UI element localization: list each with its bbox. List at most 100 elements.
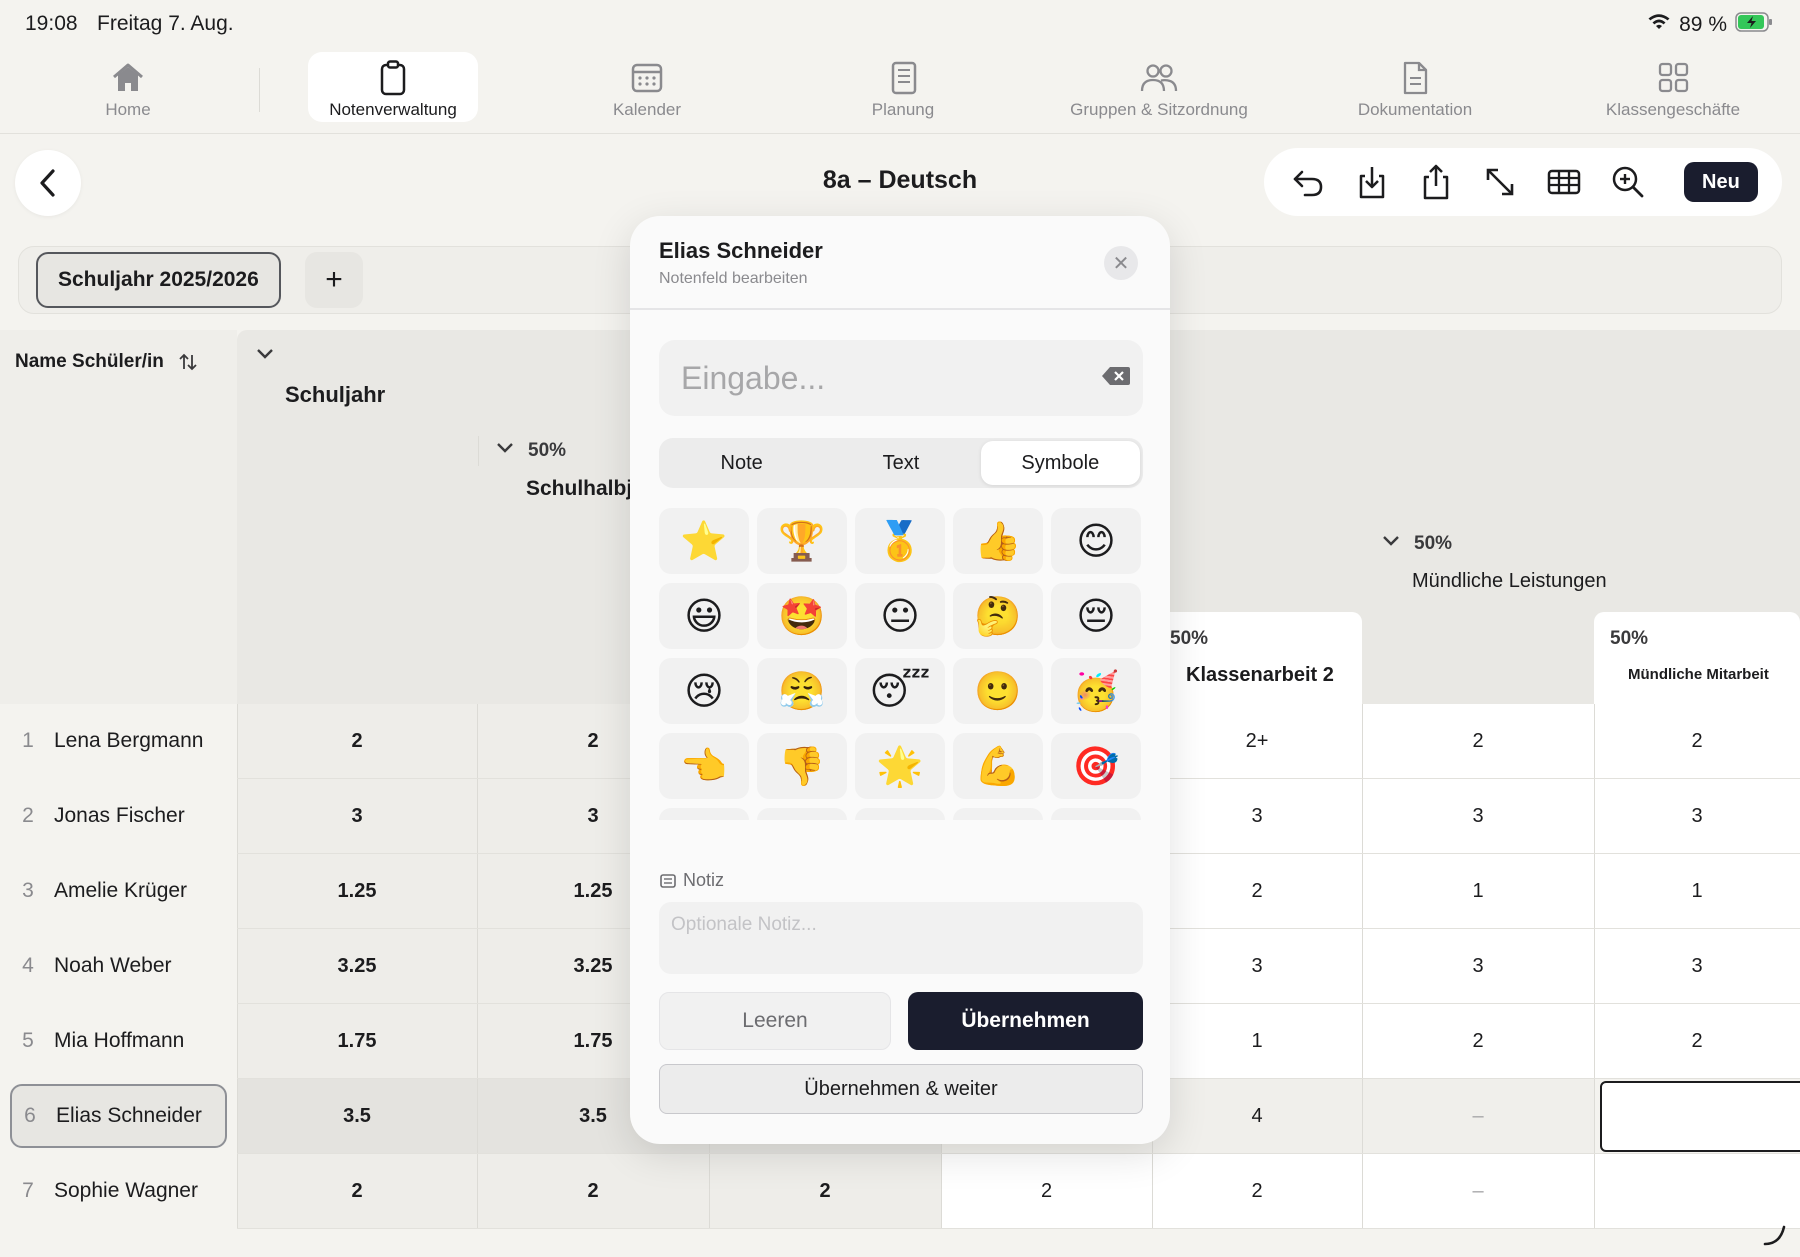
backspace-icon[interactable] — [1101, 365, 1131, 392]
add-year-button[interactable]: + — [305, 252, 363, 308]
expand-button[interactable] — [1468, 152, 1532, 212]
grade-cell[interactable]: 2 — [237, 1154, 477, 1229]
grade-cell[interactable]: 4 — [1152, 1079, 1362, 1154]
grade-cell[interactable]: 2 — [1362, 1004, 1594, 1079]
symbol-button[interactable]: 😐 — [855, 583, 945, 649]
tab-symbole[interactable]: Symbole — [980, 441, 1140, 485]
symbol-button[interactable]: 🏆 — [757, 508, 847, 574]
mitarbeit-header[interactable]: 50% Mündliche Mitarbeit — [1594, 612, 1800, 704]
year-tab[interactable]: Schuljahr 2025/2026 — [36, 252, 281, 308]
grade-cell[interactable]: 2+ — [1152, 704, 1362, 779]
note-input[interactable] — [671, 914, 1131, 936]
grade-cell[interactable]: 1.25 — [237, 854, 477, 929]
grade-cell[interactable]: 2 — [1152, 1154, 1362, 1229]
student-name-cell[interactable]: 3 Amelie Krüger — [10, 859, 227, 923]
name-header-label[interactable]: Name Schüler/in — [15, 351, 198, 373]
zoom-button[interactable] — [1596, 152, 1660, 212]
grade-cell[interactable]: 3 — [1594, 929, 1800, 1004]
symbol-button[interactable]: ⭐ — [659, 508, 749, 574]
symbol-button[interactable]: 😃 — [659, 583, 749, 649]
grade-cell[interactable]: 1 — [1362, 854, 1594, 929]
new-button[interactable]: Neu — [1684, 162, 1758, 202]
collapse-halbjahr-button[interactable] — [494, 440, 516, 461]
student-name-cell[interactable]: 1 Lena Bergmann — [10, 709, 227, 773]
student-name-cell[interactable]: 2 Jonas Fischer — [10, 784, 227, 848]
tab-text[interactable]: Text — [821, 441, 980, 485]
grade-cell[interactable] — [1600, 1081, 1800, 1152]
grade-cell[interactable]: 2 — [941, 1154, 1152, 1229]
grade-cell[interactable]: 1.75 — [237, 1004, 477, 1079]
symbol-button[interactable]: 👎 — [757, 733, 847, 799]
nav-dokumentation[interactable]: Dokumentation — [1330, 52, 1500, 122]
grade-cell[interactable]: 2 — [1362, 704, 1594, 779]
toolbar: Neu — [1264, 148, 1782, 216]
grade-cell[interactable]: 2 — [477, 1154, 709, 1229]
nav-home[interactable]: Home — [43, 52, 213, 122]
grade-cell[interactable]: – — [1362, 1154, 1594, 1229]
grade-cell[interactable]: 2 — [709, 1154, 941, 1229]
grade-cell[interactable]: 1 — [1152, 1004, 1362, 1079]
grade-cell[interactable]: 2 — [237, 704, 477, 779]
grade-cell[interactable]: 3 — [1152, 779, 1362, 854]
student-name-cell[interactable]: 6 Elias Schneider — [10, 1084, 227, 1148]
symbol-button[interactable]: 🌟 — [855, 733, 945, 799]
symbol-button[interactable]: 😴 — [855, 658, 945, 724]
nav-kalender[interactable]: Kalender — [562, 52, 732, 122]
grade-cell[interactable]: 3 — [1362, 779, 1594, 854]
nav-notenverwaltung[interactable]: Notenverwaltung — [308, 52, 478, 122]
student-name-cell[interactable]: 4 Noah Weber — [10, 934, 227, 998]
grade-cell[interactable]: 3.25 — [237, 929, 477, 1004]
grade-cell[interactable]: 2 — [1152, 854, 1362, 929]
symbol-button[interactable]: ✅ — [757, 808, 847, 820]
grade-input[interactable] — [681, 359, 1101, 397]
nav-gruppen[interactable]: Gruppen & Sitzordnung — [1054, 52, 1264, 122]
table-view-button[interactable] — [1532, 152, 1596, 212]
back-button[interactable] — [15, 150, 81, 216]
student-name-cell[interactable]: 7 Sophie Wagner — [10, 1159, 227, 1223]
close-button[interactable]: ✕ — [1104, 246, 1138, 280]
klassenarbeit2-header[interactable]: 50% Klassenarbeit 2 — [1152, 612, 1362, 704]
grade-cell[interactable]: 1 — [1594, 854, 1800, 929]
grade-cell[interactable]: 3 — [1362, 929, 1594, 1004]
symbol-button[interactable]: 😔 — [1051, 583, 1141, 649]
symbol-button[interactable]: 🥇 — [855, 508, 945, 574]
grade-cell[interactable] — [1594, 1154, 1800, 1229]
symbol-button[interactable]: 🙂 — [953, 658, 1043, 724]
nav-klassengeschaefte[interactable]: Klassengeschäfte — [1588, 52, 1758, 122]
symbol-button[interactable]: ☑️ — [855, 808, 945, 820]
grade-cell[interactable]: 2 — [1594, 1004, 1800, 1079]
share-button[interactable] — [1404, 152, 1468, 212]
symbol-button[interactable]: 🎯 — [1051, 733, 1141, 799]
import-button[interactable] — [1340, 152, 1404, 212]
download-icon — [1359, 167, 1385, 199]
symbol-button[interactable]: 💪 — [953, 733, 1043, 799]
column-divider — [1362, 1154, 1363, 1229]
symbol-button[interactable]: 🤔 — [953, 583, 1043, 649]
grade-cell[interactable]: – — [1362, 1079, 1594, 1154]
student-name-cell[interactable]: 5 Mia Hoffmann — [10, 1009, 227, 1073]
clear-button[interactable]: Leeren — [659, 992, 891, 1050]
symbol-button[interactable]: 😊 — [1051, 508, 1141, 574]
symbol-button[interactable]: 😢 — [659, 658, 749, 724]
symbol-button[interactable]: 👈 — [659, 733, 749, 799]
grade-cell[interactable]: 2 — [1594, 704, 1800, 779]
grade-cell[interactable]: 3 — [237, 779, 477, 854]
symbol-button[interactable]: 🤩 — [757, 583, 847, 649]
resize-handle-icon[interactable] — [1762, 1222, 1788, 1253]
apply-next-button[interactable]: Übernehmen & weiter — [659, 1064, 1143, 1114]
undo-button[interactable] — [1276, 152, 1340, 212]
grade-cell[interactable]: 3 — [1594, 779, 1800, 854]
apply-button[interactable]: Übernehmen — [908, 992, 1143, 1050]
nav-planung[interactable]: Planung — [818, 52, 988, 122]
symbol-button[interactable]: 🥳 — [1051, 658, 1141, 724]
grade-cell[interactable]: 3 — [1152, 929, 1362, 1004]
grade-cell[interactable]: 3.5 — [237, 1079, 477, 1154]
collapse-schuljahr-button[interactable] — [254, 346, 276, 367]
collapse-muendlich-button[interactable] — [1380, 533, 1402, 554]
symbol-button[interactable]: ➖ — [1051, 808, 1141, 820]
symbol-button[interactable]: ❌ — [953, 808, 1043, 820]
symbol-button[interactable]: 👍 — [953, 508, 1043, 574]
tab-note[interactable]: Note — [662, 441, 821, 485]
symbol-button[interactable]: 😤 — [757, 658, 847, 724]
symbol-button[interactable]: 👏 — [659, 808, 749, 820]
